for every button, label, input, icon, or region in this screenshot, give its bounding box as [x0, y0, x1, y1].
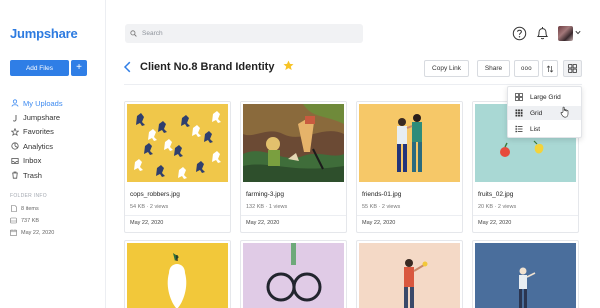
view-dropdown-menu: Large Grid Grid List: [507, 86, 582, 138]
sidebar-item-label: Favorites: [23, 127, 54, 137]
sidebar-item-trash[interactable]: Trash: [10, 168, 63, 182]
add-files-button[interactable]: Add Files: [10, 60, 69, 76]
star-icon: [10, 127, 19, 136]
file-card[interactable]: [472, 240, 579, 308]
file-thumbnail: [127, 104, 228, 182]
sidebar-item-label: Trash: [23, 170, 42, 180]
menu-item-label: Grid: [530, 109, 543, 117]
file-card[interactable]: friends-01.jpg 55 KB · 2 views May 22, 2…: [356, 101, 463, 233]
sidebar-item-my-uploads[interactable]: My Uploads: [10, 96, 63, 110]
file-thumbnail: [475, 243, 576, 308]
sort-button[interactable]: [542, 60, 558, 77]
file-date: May 22, 2020: [246, 220, 280, 226]
sidebar-item-analytics[interactable]: Analytics: [10, 139, 63, 153]
file-thumbnail: [127, 243, 228, 308]
file-meta: 20 KB · 2 views: [478, 204, 517, 210]
search-icon: [130, 30, 137, 37]
add-new-button[interactable]: +: [71, 60, 87, 76]
jumpshare-icon: [10, 113, 19, 122]
hand-cursor-icon: [560, 106, 569, 118]
file-name[interactable]: cops_robbers.jpg: [130, 191, 180, 198]
sidebar-item-jumpshare[interactable]: Jumpshare: [10, 110, 63, 124]
menu-item-grid[interactable]: Grid: [508, 106, 581, 120]
file-name[interactable]: friends-01.jpg: [362, 191, 401, 198]
sidebar-item-label: My Uploads: [23, 98, 63, 108]
jumpshare-logo[interactable]: Jumpshare: [10, 26, 78, 41]
sidebar-item-label: Jumpshare: [23, 113, 61, 123]
folder-info-size: 737 KB: [10, 217, 39, 224]
help-icon[interactable]: [512, 26, 527, 41]
more-dots-icon: ooo: [521, 65, 532, 72]
inbox-icon: [10, 156, 19, 165]
sidebar-item-label: Inbox: [23, 156, 42, 166]
large-grid-icon: [568, 64, 577, 73]
analytics-icon: [10, 142, 19, 151]
sidebar-nav: My Uploads Jumpshare Favorites Analytics…: [10, 96, 63, 182]
grid-icon: [515, 109, 523, 117]
folder-info-items-text: 8 items: [21, 205, 39, 212]
file-card[interactable]: [240, 240, 347, 308]
user-icon: [10, 99, 19, 108]
calendar-icon: [10, 229, 17, 236]
sidebar-item-favorites[interactable]: Favorites: [10, 125, 63, 139]
bell-icon[interactable]: [536, 26, 549, 41]
sort-icon: [546, 65, 554, 72]
menu-item-label: Large Grid: [530, 93, 561, 101]
menu-item-large-grid[interactable]: Large Grid: [508, 90, 581, 104]
file-name[interactable]: fruits_02.jpg: [478, 191, 513, 198]
search-input[interactable]: [142, 30, 342, 37]
file-meta: 54 KB · 2 views: [130, 204, 169, 210]
file-meta: 132 KB · 1 views: [246, 204, 288, 210]
search-bar[interactable]: [125, 24, 363, 43]
file-date: May 22, 2020: [130, 220, 164, 226]
folder-info-items: 8 items: [10, 205, 39, 212]
file-thumbnail: [359, 104, 460, 182]
file-date: May 22, 2020: [478, 220, 512, 226]
menu-item-label: List: [530, 125, 541, 133]
back-arrow-icon[interactable]: [123, 61, 132, 73]
file-card[interactable]: farming-3.jpg 132 KB · 1 views May 22, 2…: [240, 101, 347, 233]
more-options-button[interactable]: ooo: [514, 60, 539, 77]
menu-item-list[interactable]: List: [508, 122, 581, 136]
folder-info-date-text: May 22, 2020: [21, 229, 55, 236]
folder-info-title: FOLDER INFO: [10, 193, 47, 199]
sidebar-item-inbox[interactable]: Inbox: [10, 154, 63, 168]
file-card[interactable]: [124, 240, 231, 308]
favorite-star-icon[interactable]: [283, 60, 294, 71]
chevron-down-icon[interactable]: [575, 30, 581, 35]
share-button[interactable]: Share: [477, 60, 510, 77]
file-thumbnail: [243, 243, 344, 308]
file-date: May 22, 2020: [362, 220, 396, 226]
sidebar: Jumpshare Add Files + My Uploads Jumpsha…: [0, 0, 106, 308]
file-name[interactable]: farming-3.jpg: [246, 191, 284, 198]
page-title: Client No.8 Brand Identity: [140, 61, 275, 73]
storage-icon: [10, 217, 17, 224]
large-grid-icon: [515, 93, 523, 101]
file-card[interactable]: [356, 240, 463, 308]
file-meta: 55 KB · 2 views: [362, 204, 401, 210]
file-icon: [10, 205, 17, 212]
view-toggle-button[interactable]: [563, 60, 582, 77]
copy-link-button[interactable]: Copy Link: [424, 60, 469, 77]
trash-icon: [10, 171, 19, 180]
file-card[interactable]: cops_robbers.jpg 54 KB · 2 views May 22,…: [124, 101, 231, 233]
avatar[interactable]: [558, 26, 573, 41]
folder-info-size-text: 737 KB: [21, 217, 40, 224]
file-thumbnail: [243, 104, 344, 182]
folder-info-date: May 22, 2020: [10, 229, 54, 236]
title-divider: [124, 84, 582, 85]
sidebar-item-label: Analytics: [23, 141, 54, 151]
list-icon: [515, 125, 523, 133]
file-thumbnail: [359, 243, 460, 308]
